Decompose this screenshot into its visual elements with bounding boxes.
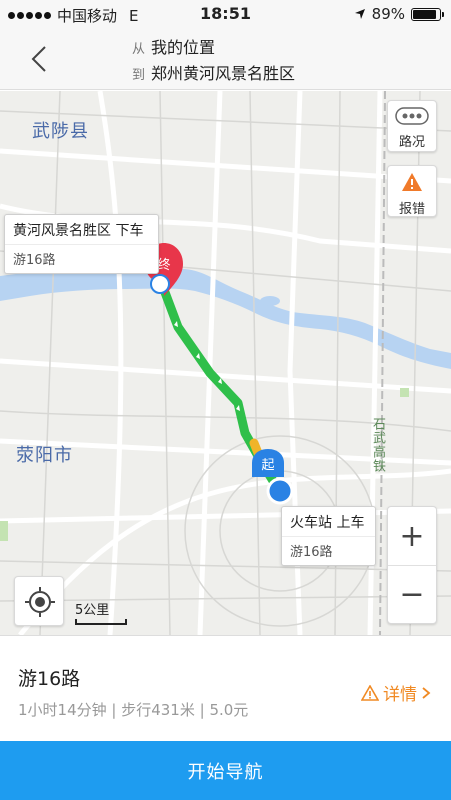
traffic-button[interactable]: 路况 [387,100,437,152]
end-callout[interactable]: 黄河风景名胜区 下车 游16路 [4,214,159,274]
end-callout-title: 黄河风景名胜区 下车 [13,223,144,239]
to-value: 郑州黄河风景名胜区 [151,64,296,83]
report-label: 报错 [398,202,425,217]
back-icon[interactable] [26,44,56,74]
end-marker-label: 终 [157,257,170,273]
location-arrow-icon [354,9,365,19]
warning-icon [361,684,379,701]
battery-label: 89% [371,5,405,23]
roads [0,91,451,635]
city-label-wuzhi: 武陟县 [32,121,89,142]
to-row: 到郑州黄河风景名胜区 [132,62,295,88]
to-key: 到 [132,68,146,83]
scale-bar: 5公里 [75,599,127,625]
map-view[interactable]: 终 起 武陟县 荥阳市 石武高铁 路况 报错 黄河风景名胜区 下车 游16路 火… [0,91,451,635]
route-header: 从我的位置 到郑州黄河风景名胜区 [0,30,451,90]
from-value: 我的位置 [151,38,216,57]
start-callout-line: 游16路 [282,536,375,565]
route-info-panel: 游16路 1小时14分钟 | 步行431米 | 5.0元 详情 [0,635,451,741]
park [400,388,409,397]
from-row: 从我的位置 [132,36,295,62]
zoom-control: + − [387,506,437,624]
scale-bar-line [75,619,127,625]
locate-icon [25,587,55,617]
railway-label: 石武高铁 [370,417,385,473]
scale-label: 5公里 [75,603,110,618]
start-marker-label: 起 [261,458,274,473]
start-callout[interactable]: 火车站 上车 游16路 [281,506,376,566]
map-background: 终 起 [0,91,451,635]
park [0,521,8,541]
report-button[interactable]: 报错 [387,165,437,217]
bus-line-name: 游16路 [18,668,81,690]
status-bar: 中国移动 E 18:51 89% [0,0,451,30]
detail-button[interactable]: 详情 [361,680,431,705]
route-endpoints[interactable]: 从我的位置 到郑州黄河风景名胜区 [132,36,295,88]
start-callout-title: 火车站 上车 [290,515,365,531]
detail-label: 详情 [383,685,417,705]
zoom-in-button[interactable]: + [388,507,436,565]
from-key: 从 [132,42,146,57]
warning-icon [402,173,422,191]
lake [260,296,280,306]
chevron-right-icon [422,686,431,699]
city-label-xingyang: 荥阳市 [16,445,73,466]
end-callout-line: 游16路 [5,244,158,273]
route-meta: 1小时14分钟 | 步行431米 | 5.0元 [18,701,249,719]
zoom-out-button[interactable]: − [388,565,436,623]
status-right: 89% [354,5,444,23]
battery-fill [413,9,437,19]
start-navigation-button[interactable]: 开始导航 [0,741,451,800]
locate-button[interactable] [14,576,64,626]
battery-icon [411,7,444,21]
traffic-label: 路况 [398,135,425,150]
traffic-icon [395,107,429,125]
